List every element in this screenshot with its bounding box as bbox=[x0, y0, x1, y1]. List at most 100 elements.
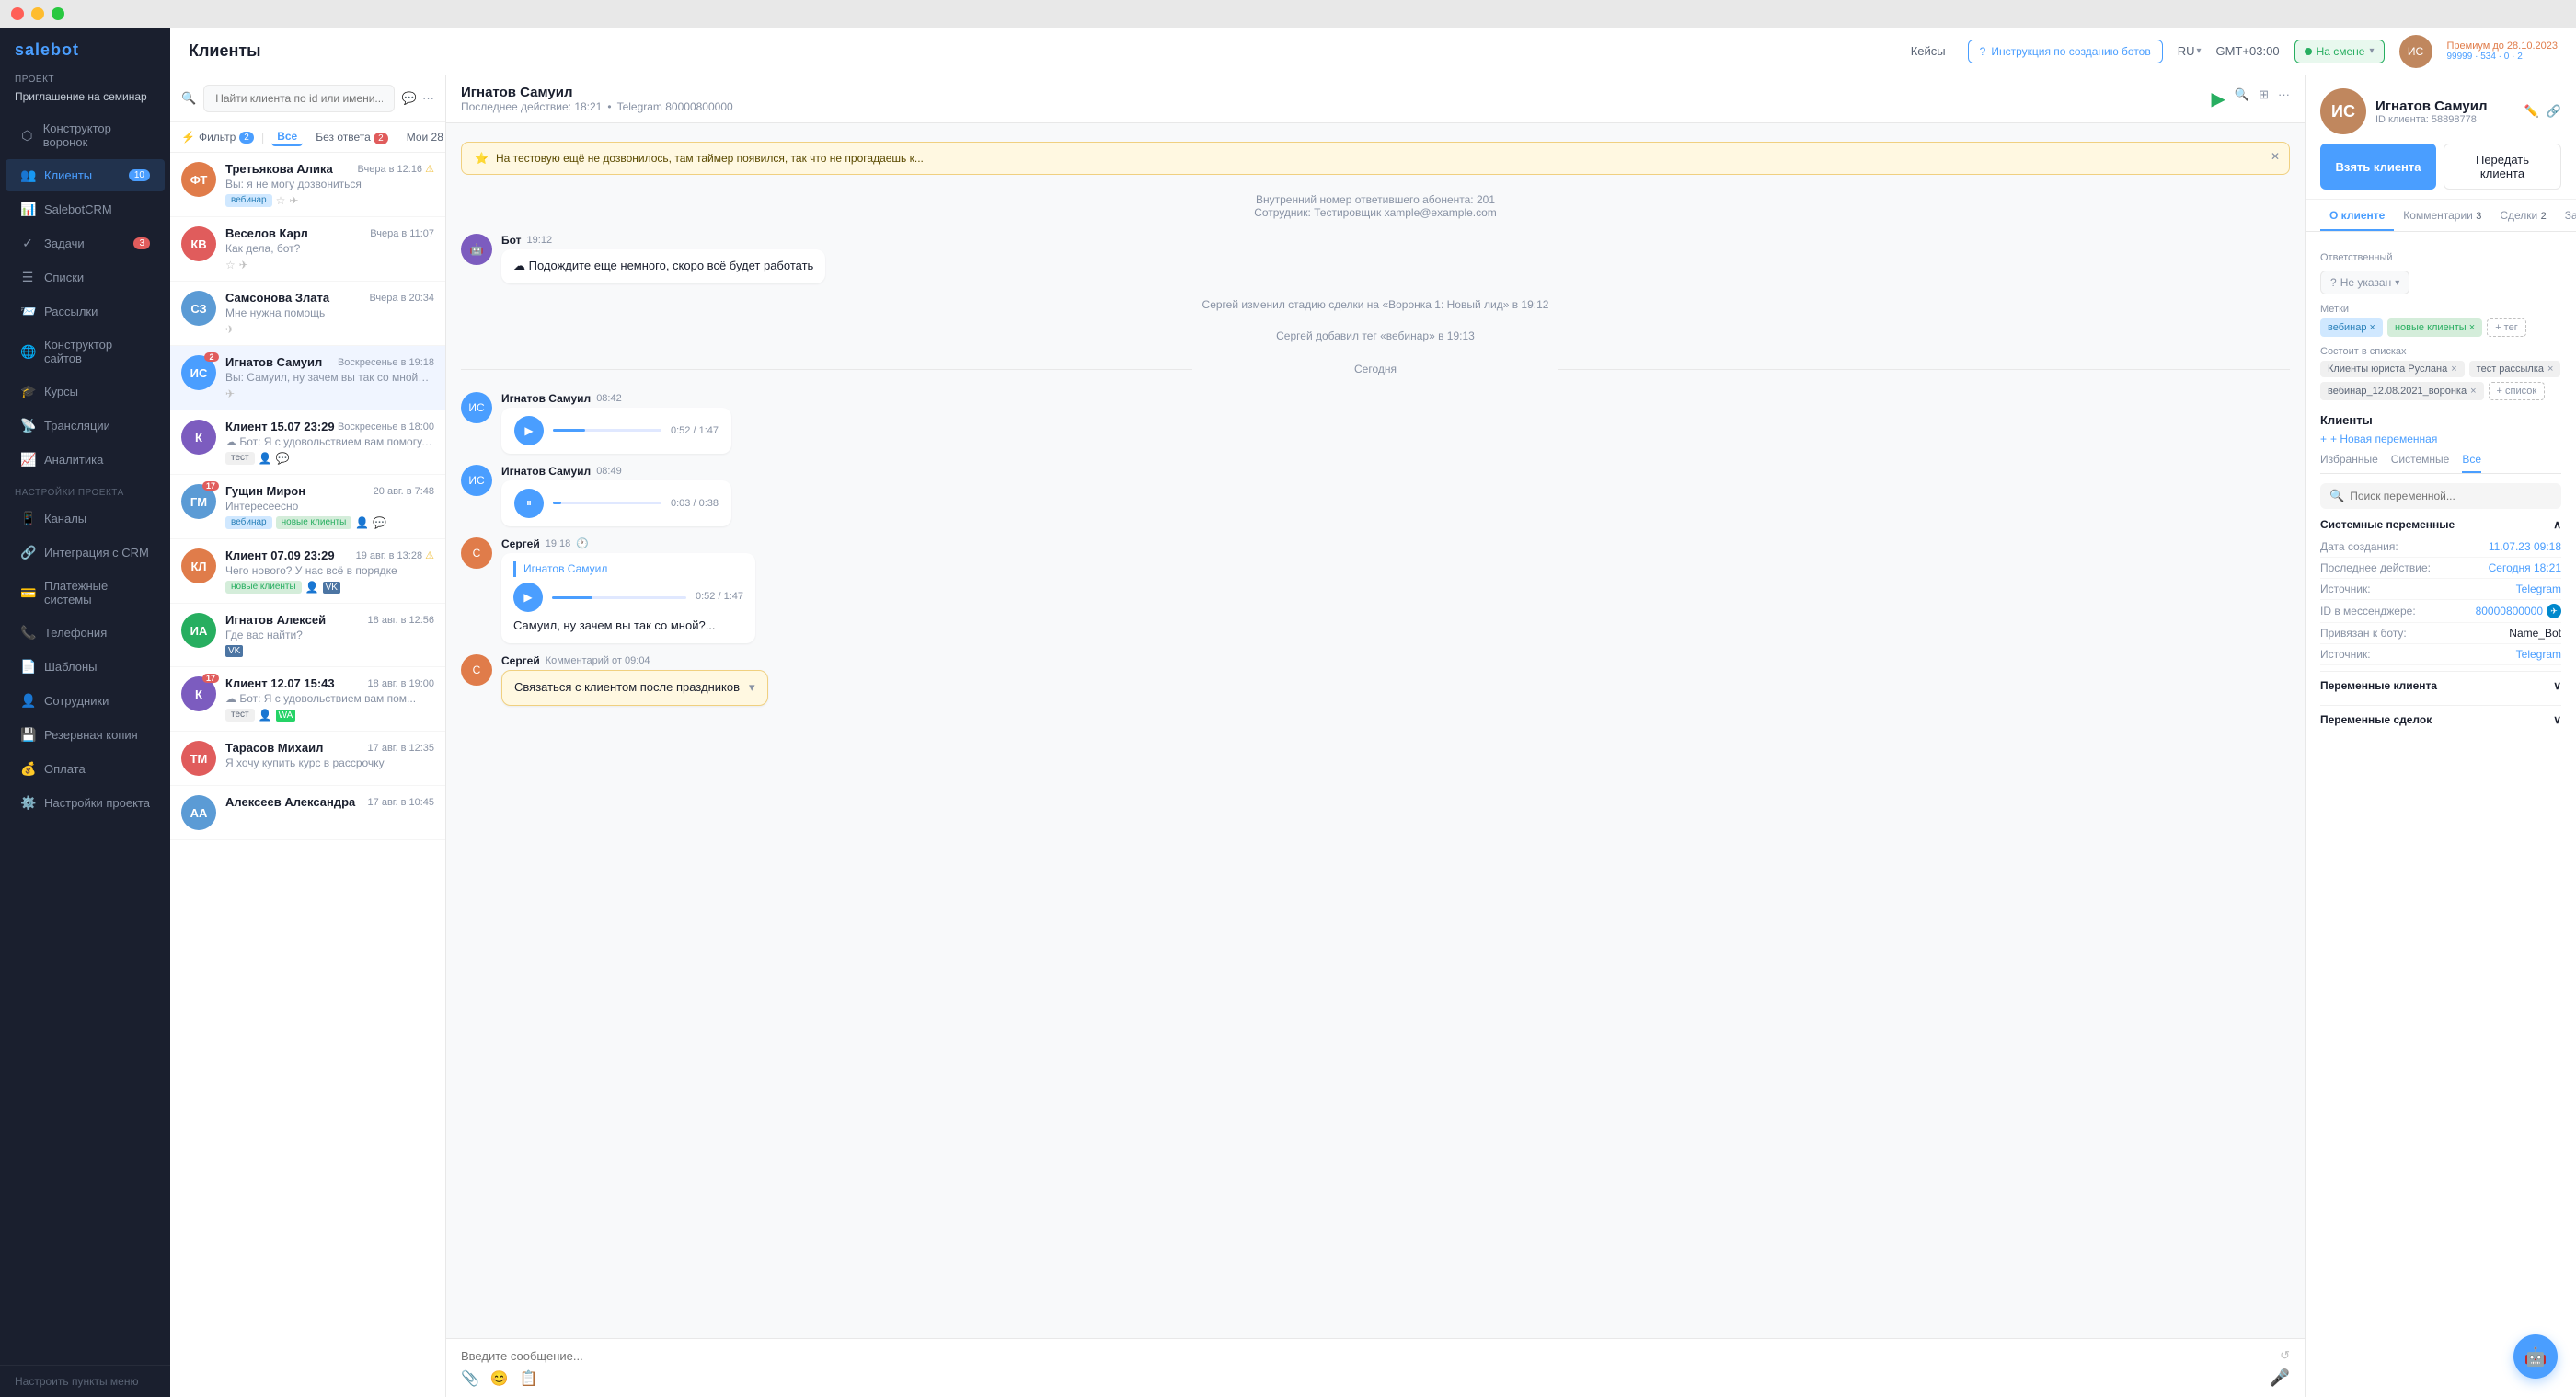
play-icon[interactable]: ▶ bbox=[2212, 87, 2225, 110]
tab-system[interactable]: Системные bbox=[2391, 453, 2450, 473]
list-item[interactable]: 17 ГМ Гущин Мирон 20 авг. в 7:48 Интерес… bbox=[170, 475, 445, 539]
search-input[interactable] bbox=[203, 85, 395, 112]
avatar[interactable]: ИС bbox=[2399, 35, 2432, 68]
pause-button[interactable]: ⏸ bbox=[514, 489, 544, 518]
list-item[interactable]: КВ Веселов Карл Вчера в 11:07 Как дела, … bbox=[170, 217, 445, 282]
help-icon: ? bbox=[1980, 45, 1986, 58]
sidebar-item-zadachi[interactable]: ✓ Задачи 3 bbox=[6, 227, 165, 260]
sidebar-label-voronki: Конструктор воронок bbox=[43, 121, 150, 149]
lang-label: RU bbox=[2178, 44, 2195, 58]
link-icon[interactable]: 🔗 bbox=[2547, 104, 2561, 119]
list-item[interactable]: АА Алексеев Александра 17 авг. в 10:45 bbox=[170, 786, 445, 840]
close-icon[interactable]: ✕ bbox=[2271, 150, 2280, 163]
sidebar-item-crm[interactable]: 📊 SalebotCRM bbox=[6, 193, 165, 225]
edit-icon[interactable]: ✏️ bbox=[2524, 104, 2539, 119]
project-name[interactable]: Приглашение на семинар bbox=[0, 88, 170, 112]
sidebar-item-telefon[interactable]: 📞 Телефония bbox=[6, 617, 165, 649]
sidebar-item-konstruktor[interactable]: 🌐 Конструктор сайтов bbox=[6, 329, 165, 374]
sidebar-item-voronki[interactable]: ⬡ Конструктор воронок bbox=[6, 113, 165, 157]
tab-about[interactable]: О клиенте bbox=[2320, 200, 2394, 231]
list-item[interactable]: ИА Игнатов Алексей 18 авг. в 12:56 Где в… bbox=[170, 604, 445, 667]
tab-all-vars[interactable]: Все bbox=[2462, 453, 2481, 473]
transfer-client-button[interactable]: Передать клиента bbox=[2444, 144, 2561, 190]
tab-my[interactable]: Мои 28 bbox=[401, 129, 445, 145]
collapse-icon[interactable]: ∧ bbox=[2553, 518, 2561, 531]
client-name: Клиент 07.09 23:29 bbox=[225, 548, 335, 562]
status-indicator[interactable]: На смене ▾ bbox=[2294, 40, 2385, 64]
message-row: ИС Игнатов Самуил 08:42 ▶ bbox=[461, 392, 2290, 454]
sidebar-item-kursy[interactable]: 🎓 Курсы bbox=[6, 375, 165, 408]
cases-btn[interactable]: Кейсы bbox=[1903, 40, 1953, 62]
add-list-btn[interactable]: + список bbox=[2489, 382, 2546, 400]
new-variable-btn[interactable]: + + Новая переменная bbox=[2320, 433, 2561, 445]
analitika-icon: 📈 bbox=[20, 452, 35, 468]
mic-icon[interactable]: 🎤 bbox=[2270, 1368, 2290, 1388]
sys-var-row: Источник: Telegram bbox=[2320, 644, 2561, 665]
sidebar-item-oplata[interactable]: 💰 Оплата bbox=[6, 753, 165, 785]
chat-icon[interactable]: 💬 bbox=[402, 91, 417, 106]
search-icon[interactable]: 🔍 bbox=[2235, 87, 2249, 110]
message-input[interactable] bbox=[461, 1349, 2271, 1363]
sidebar-item-klienty[interactable]: 👥 Клиенты 10 bbox=[6, 159, 165, 191]
client-info: Клиент 07.09 23:29 19 авг. в 13:28 ⚠ Чег… bbox=[225, 548, 434, 594]
sidebar-item-integraciya[interactable]: 🔗 Интеграция с CRM bbox=[6, 537, 165, 569]
refresh-icon[interactable]: ↺ bbox=[2280, 1348, 2290, 1363]
list-item[interactable]: ТМ Тарасов Михаил 17 авг. в 12:35 Я хочу… bbox=[170, 732, 445, 786]
maximize-button[interactable] bbox=[52, 7, 64, 20]
tab-favorites[interactable]: Избранные bbox=[2320, 453, 2378, 473]
filter-button[interactable]: ⚡ Фильтр 2 bbox=[181, 131, 254, 144]
sys-vars-section: Системные переменные ∧ bbox=[2320, 518, 2561, 531]
take-client-button[interactable]: Взять клиента bbox=[2320, 144, 2436, 190]
template-icon[interactable]: 📋 bbox=[520, 1369, 538, 1388]
minimize-button[interactable] bbox=[31, 7, 44, 20]
sidebar-item-sotrudniki[interactable]: 👤 Сотрудники bbox=[6, 685, 165, 717]
star-icon: ☆ bbox=[276, 194, 286, 207]
sidebar-item-translyacii[interactable]: 📡 Трансляции bbox=[6, 410, 165, 442]
more-icon[interactable]: ··· bbox=[2278, 87, 2290, 110]
sidebar-item-rezerv[interactable]: 💾 Резервная копия bbox=[6, 719, 165, 751]
close-button[interactable] bbox=[11, 7, 24, 20]
day-divider: Сегодня bbox=[461, 357, 2290, 381]
variable-search-input[interactable] bbox=[2350, 490, 2552, 502]
client-icons: ✈ bbox=[225, 323, 235, 336]
client-icons: ☆ ✈ bbox=[225, 259, 248, 271]
list-item[interactable]: ФТ Третьякова Алика Вчера в 12:16 ⚠ Вы: … bbox=[170, 153, 445, 217]
more-icon[interactable]: ··· bbox=[422, 91, 434, 106]
play-button[interactable]: ▶ bbox=[514, 416, 544, 445]
sidebar-item-platezh[interactable]: 💳 Платежные системы bbox=[6, 571, 165, 615]
help-btn[interactable]: ? Инструкция по созданию ботов bbox=[1968, 40, 2163, 64]
list-item[interactable]: СЗ Самсонова Злата Вчера в 20:34 Мне нуж… bbox=[170, 282, 445, 346]
list-item[interactable]: 17 К Клиент 12.07 15:43 18 авг. в 19:00 … bbox=[170, 667, 445, 732]
tab-no-answer[interactable]: Без ответа 2 bbox=[310, 129, 393, 145]
assigned-dropdown[interactable]: ? Не указан ▾ bbox=[2320, 271, 2409, 294]
emoji-icon[interactable]: 😊 bbox=[490, 1369, 509, 1388]
tab-all[interactable]: Все bbox=[271, 128, 303, 146]
sidebar-label-rassylki: Рассылки bbox=[44, 305, 98, 318]
sidebar-item-rassylki[interactable]: 📨 Рассылки bbox=[6, 295, 165, 328]
send-icon: ✈ bbox=[225, 387, 235, 400]
client-vars-section[interactable]: Переменные клиента ∨ bbox=[2320, 671, 2561, 699]
language-selector[interactable]: RU ▾ bbox=[2178, 44, 2202, 58]
play-button[interactable]: ▶ bbox=[513, 583, 543, 612]
sidebar-item-shablony[interactable]: 📄 Шаблоны bbox=[6, 651, 165, 683]
float-bot-button[interactable]: 🤖 bbox=[2513, 1334, 2558, 1379]
sidebar-item-kanaly[interactable]: 📱 Каналы bbox=[6, 502, 165, 535]
sidebar-item-spiski[interactable]: ☰ Списки bbox=[6, 261, 165, 294]
tab-comments[interactable]: Комментарии 3 bbox=[2394, 200, 2490, 231]
layout-icon[interactable]: ⊞ bbox=[2259, 87, 2269, 110]
rassylki-icon: 📨 bbox=[20, 304, 35, 319]
tab-tasks[interactable]: Задачи 4 bbox=[2556, 200, 2576, 231]
sidebar-item-nastrojki[interactable]: ⚙️ Настройки проекта bbox=[6, 787, 165, 819]
message-sender: Игнатов Самуил 08:49 bbox=[501, 465, 731, 478]
deal-vars-section[interactable]: Переменные сделок ∨ bbox=[2320, 705, 2561, 733]
add-tag-btn[interactable]: + тег bbox=[2487, 318, 2526, 337]
list-item[interactable]: КЛ Клиент 07.09 23:29 19 авг. в 13:28 ⚠ … bbox=[170, 539, 445, 604]
list-item[interactable]: 2 ИС Игнатов Самуил Воскресенье в 19:18 … bbox=[170, 346, 445, 410]
customize-menu-btn[interactable]: Настроить пункты меню bbox=[0, 1365, 170, 1397]
attach-icon[interactable]: 📎 bbox=[461, 1369, 479, 1388]
sidebar-item-analitika[interactable]: 📈 Аналитика bbox=[6, 444, 165, 476]
shablony-icon: 📄 bbox=[20, 659, 35, 675]
list-item[interactable]: К Клиент 15.07 23:29 Воскресенье в 18:00… bbox=[170, 410, 445, 475]
tab-deals[interactable]: Сделки 2 bbox=[2490, 200, 2555, 231]
expand-icon[interactable]: ▾ bbox=[749, 679, 755, 697]
